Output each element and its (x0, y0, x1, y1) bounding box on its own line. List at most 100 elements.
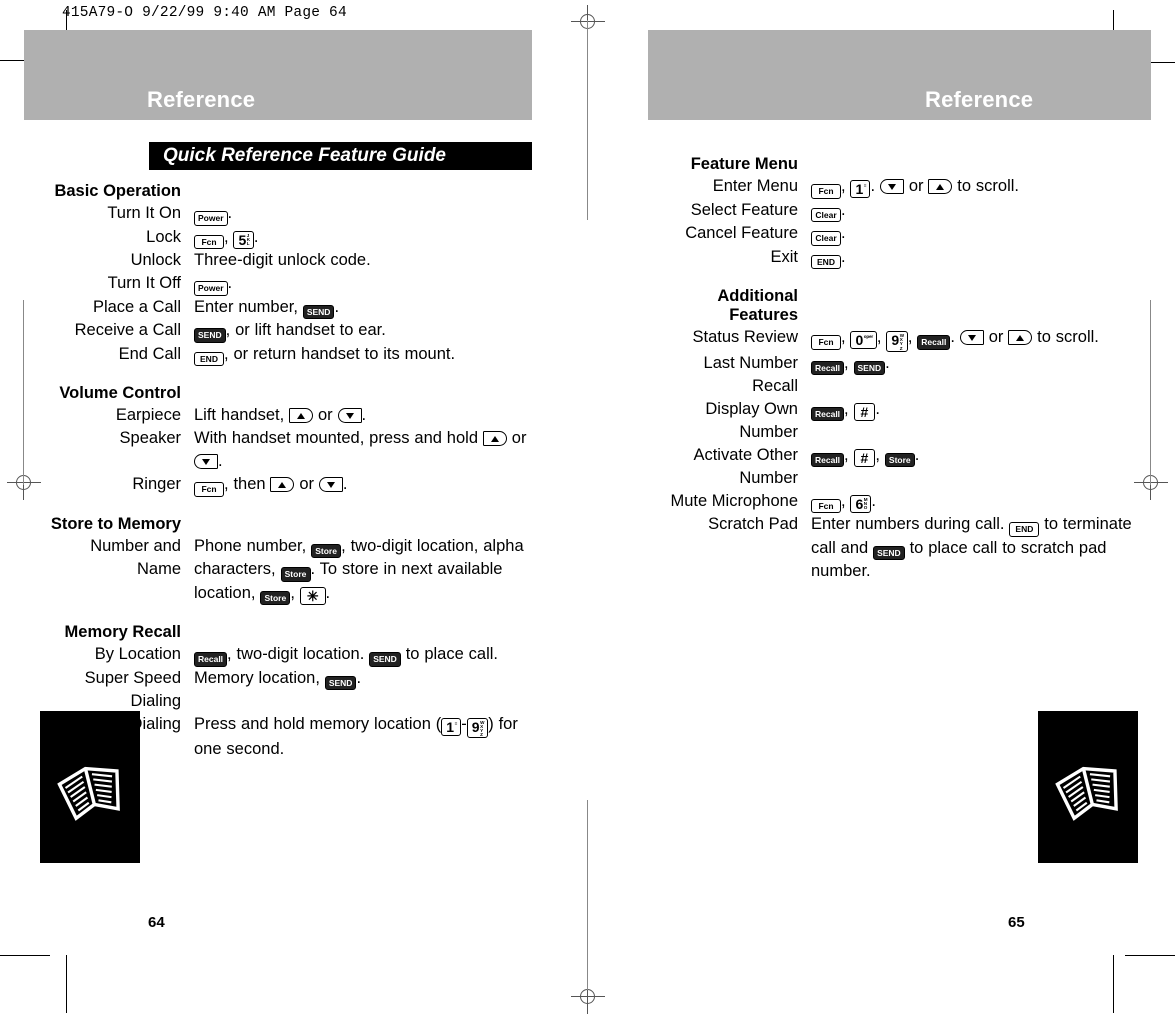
feature-value: Fcn, 5J K L. (194, 226, 532, 249)
feature-value: Enter numbers during call. END to termin… (811, 515, 1132, 581)
feature-label: Mute Microphone (670, 491, 798, 510)
feature-value: Recall, two-digit location. SEND to plac… (194, 643, 532, 667)
feature-value: Fcn, 6M N O. (811, 490, 1151, 514)
feature-value: Three-digit unlock code. (194, 251, 371, 269)
triangle-glyph (278, 481, 287, 488)
feature-row: Unlock Three-digit unlock code. (24, 249, 532, 272)
phone-key-store: Store (884, 452, 915, 468)
arrow-down-icon (318, 477, 343, 492)
phone-key-clear: Clear (811, 207, 841, 222)
page-right: Reference Feature Menu Enter Menu Fcn, 1≡.… (648, 0, 1151, 1025)
phone-key-fcn: Fcn (811, 184, 841, 199)
phone-key-store: Store (311, 543, 342, 558)
feature-value: Fcn, 0oper, 9W X Y Z, Recall. or to scro… (811, 326, 1151, 352)
phone-key-recall: Recall (811, 452, 845, 468)
phone-key-fcn: Fcn (194, 482, 224, 497)
feature-label: Super Speed Dialing (84, 668, 181, 710)
feature-label: Number and Name (90, 536, 181, 578)
phone-key-fcn: Fcn (811, 335, 841, 350)
center-guide-line-bottom (587, 800, 588, 990)
registration-hline (571, 996, 605, 997)
feature-row: Scratch Pad Enter numbers during call. EN… (648, 513, 1151, 583)
phone-key-store: Store (280, 567, 311, 582)
feature-value: Lift handset, or . (194, 406, 367, 424)
triangle-glyph (345, 412, 354, 419)
phone-key-digit: 1 (855, 181, 864, 197)
feature-label: Unlock (130, 251, 181, 269)
phone-key-send: SEND (873, 545, 905, 561)
phone-key-send: SEND (369, 652, 401, 667)
feature-value: SEND, or lift handset to ear. (194, 319, 532, 343)
triangle-glyph (326, 481, 335, 488)
arrow-up-icon (289, 408, 314, 423)
open-book-icon (57, 766, 120, 821)
triangle-glyph (202, 458, 210, 465)
page-right-header-title: Reference (925, 87, 1034, 112)
feature-row: Turn It Off Power. (24, 272, 532, 296)
feature-row: Lock Fcn, 5J K L. (24, 226, 532, 249)
section-title-bar: Quick Reference Feature Guide (149, 142, 532, 170)
arrow-up-icon (482, 431, 507, 446)
feature-guide-left-column: Basic Operation Turn It On Power. Lock Fcn, … (24, 182, 532, 761)
feature-row: Super Speed Dialing Memory location, SEND… (24, 667, 532, 713)
feature-row: Earpiece Lift handset, or . (24, 404, 532, 427)
registration-mark-bottom-center (571, 980, 605, 1014)
phone-key-letters: W X Y Z (899, 333, 904, 351)
feature-row: Display Own Number Recall, #. (648, 398, 1151, 444)
feature-row: Place a Call Enter number, SEND. (24, 296, 532, 319)
phone-key-digit: 1 (446, 718, 455, 735)
arrow-down-icon (959, 330, 984, 345)
feature-label: Exit (770, 247, 798, 266)
group-heading-store-to-memory: Store to Memory (50, 514, 181, 533)
feature-value: Phone number, Store, two-digit location,… (194, 536, 524, 605)
triangle-glyph (967, 334, 976, 341)
phone-key-end: END (811, 254, 841, 269)
phone-key-digit: 5 (238, 231, 247, 248)
page-left-header-title: Reference (147, 87, 256, 112)
feature-value: Power. (194, 272, 532, 296)
feature-label: Activate Other Number (693, 445, 798, 487)
phone-key-store: Store (260, 590, 291, 605)
phone-key-recall: Recall (811, 360, 845, 376)
feature-label: End Call (118, 344, 181, 363)
triangle-glyph (887, 183, 896, 190)
triangle-glyph (297, 412, 306, 419)
feature-value: Press and hold memory location (1≡ -9W X … (194, 714, 518, 759)
phone-key-9: 9W X Y Z (886, 331, 908, 352)
feature-value: Enter number, SEND. (194, 296, 532, 319)
feature-row: By Location Recall, two-digit location. S… (24, 643, 532, 667)
feature-value: Fcn, then or . (194, 473, 532, 497)
phone-key-recall: Recall (917, 335, 951, 350)
feature-value: Recall, #. (811, 398, 1151, 422)
phone-key-send: SEND (324, 675, 357, 690)
feature-label: By Location (94, 645, 181, 663)
feature-label: Receive a Call (74, 321, 181, 339)
phone-key-letters: W X Y Z (480, 719, 485, 738)
triangle-glyph (490, 435, 499, 442)
feature-value: END. (811, 246, 1151, 269)
phone-key-send: SEND (853, 360, 886, 376)
feature-label: Display Own Number (705, 399, 798, 441)
feature-row: Activate Other Number Recall, #, Store. (648, 444, 1151, 490)
feature-label: Ringer (132, 475, 181, 493)
phone-key-send: SEND (302, 304, 335, 319)
feature-row: Last Number Recall Recall, SEND. (648, 352, 1151, 398)
feature-value: Recall, #, Store. (811, 444, 1151, 468)
arrow-up-icon (928, 179, 953, 194)
arrow-up-icon (1008, 330, 1033, 345)
feature-value: Clear. (811, 222, 1151, 246)
feature-label: Last Number Recall (703, 353, 798, 395)
phone-key-power: Power (194, 211, 228, 226)
phone-key-clear: Clear (811, 231, 841, 246)
feature-label: Enter Menu (712, 177, 798, 195)
phone-key-end: END (194, 351, 224, 366)
page-number-left: 64 (148, 914, 165, 931)
arrow-down-icon (194, 454, 218, 469)
phone-key-1: 1≡ (441, 717, 462, 736)
arrow-down-icon (337, 408, 362, 423)
feature-row: Turn It On Power. (24, 202, 532, 226)
phone-key-letters: oper (863, 334, 873, 339)
phone-key-recall: Recall (194, 652, 228, 667)
